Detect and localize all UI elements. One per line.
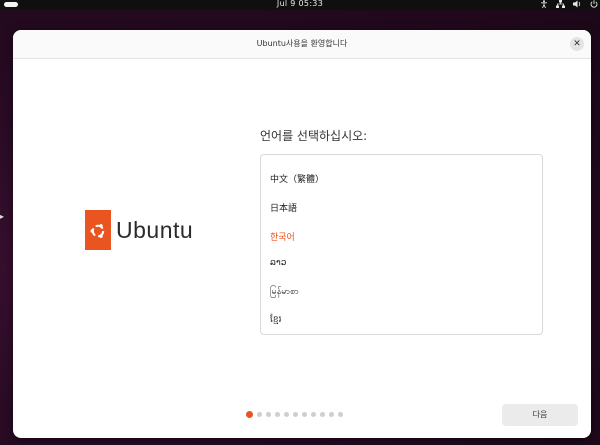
volume-icon[interactable]	[573, 0, 582, 11]
page-dot	[275, 412, 280, 417]
next-button[interactable]: 다음	[502, 404, 578, 426]
close-icon: ✕	[573, 39, 581, 49]
clock[interactable]: Jul 9 05:33	[0, 0, 600, 9]
language-option[interactable]: 日本語	[270, 201, 297, 214]
language-option[interactable]: မြန်မာစာ	[270, 286, 299, 299]
dock-edge-indicator: ▸	[0, 212, 5, 221]
system-tray[interactable]	[540, 0, 598, 10]
page-dot	[266, 412, 271, 417]
window-title: Ubuntu사용을 환영합니다	[256, 39, 348, 48]
page-indicator	[246, 411, 343, 418]
page-dot	[320, 412, 325, 417]
page-dot	[329, 412, 334, 417]
language-option[interactable]: 中文（繁體）	[270, 172, 324, 185]
page-dot	[284, 412, 289, 417]
ubuntu-logo-mark	[85, 210, 111, 250]
network-icon[interactable]	[556, 0, 565, 11]
language-option[interactable]: ລາວ	[270, 258, 286, 268]
accessibility-icon[interactable]	[540, 0, 548, 11]
page-dot	[302, 412, 307, 417]
circle-of-friends-icon	[90, 224, 105, 238]
installer-window: Ubuntu사용을 환영합니다 ✕ Ubuntu 언어를 선택하십시오: 中文（…	[13, 30, 591, 438]
language-prompt: 언어를 선택하십시오:	[260, 129, 368, 143]
language-list[interactable]: 中文（繁體） 日本語 한국어 ລາວ မြန်မာစာ ខ្មែរ	[260, 154, 543, 335]
page-dot	[257, 412, 262, 417]
power-icon[interactable]	[590, 0, 598, 11]
ubuntu-wordmark: Ubuntu	[116, 216, 194, 243]
page-dot	[311, 412, 316, 417]
page-dot	[338, 412, 343, 417]
page-dot-active	[246, 411, 253, 418]
page-dot	[293, 412, 298, 417]
top-bar: Jul 9 05:33	[0, 0, 600, 10]
close-button[interactable]: ✕	[570, 37, 584, 51]
language-option-selected[interactable]: 한국어	[270, 230, 295, 243]
language-option[interactable]: ខ្មែរ	[270, 314, 281, 327]
window-header: Ubuntu사용을 환영합니다 ✕	[13, 30, 591, 59]
ubuntu-logo: Ubuntu	[85, 210, 193, 250]
